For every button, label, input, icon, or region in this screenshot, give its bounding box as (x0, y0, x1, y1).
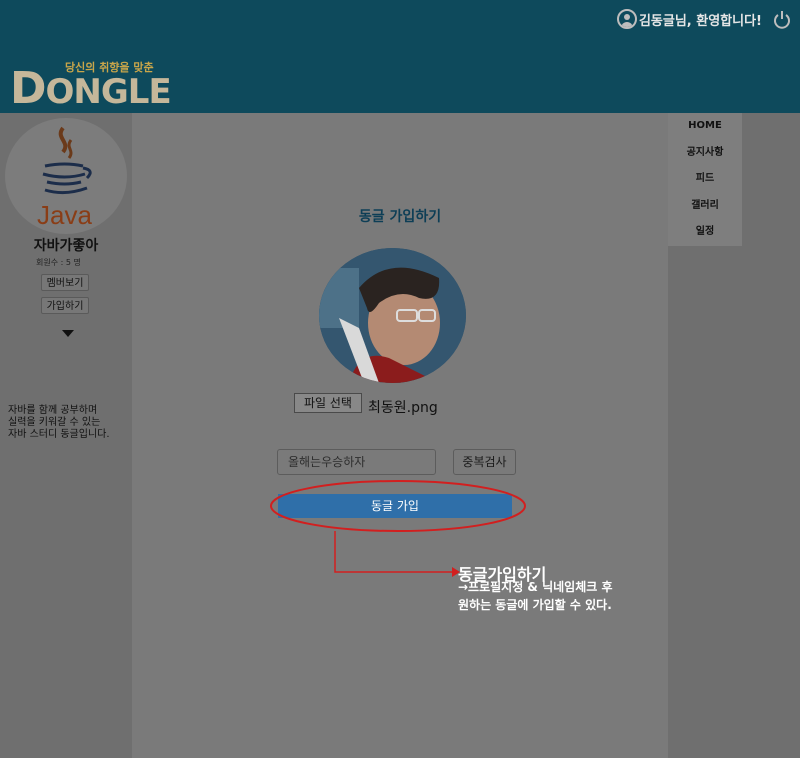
profile-photo (319, 248, 466, 383)
join-dongle-button[interactable]: 동글 가입 (278, 494, 512, 518)
club-name: 자바가좋아 (33, 238, 99, 254)
annotation-line-1: →프로필지정 & 닉네임체크 후 (458, 580, 613, 594)
club-description: 자바를 함께 공부하며 실력을 키워갈 수 있는 자바 스터디 동글입니다. (8, 405, 110, 440)
welcome-text: 김동글님, 환영합니다! (638, 13, 762, 29)
expand-arrow-icon[interactable] (62, 330, 74, 337)
duplicate-check-button[interactable]: 중복검사 (453, 449, 516, 475)
view-members-button[interactable]: 멤버보기 (41, 274, 89, 291)
nav-notice[interactable]: 공지사항 (668, 140, 742, 167)
nav-schedule[interactable]: 일정 (668, 219, 742, 246)
nav-feed[interactable]: 피드 (668, 166, 742, 193)
club-sidebar: Java 자바가좋아 회원수 : 5 명 멤버보기 가입하기 자바를 함께 공부… (0, 113, 132, 758)
power-icon[interactable] (772, 10, 792, 30)
selected-file-name: 최동원.png (368, 400, 438, 416)
nickname-input[interactable]: 올해는우승하자 (277, 449, 436, 475)
user-icon[interactable] (616, 9, 637, 29)
club-logo: Java (5, 118, 127, 234)
file-select-button[interactable]: 파일 선택 (294, 393, 362, 413)
page-title: 동글 가입하기 (358, 209, 442, 225)
join-club-sidebar-button[interactable]: 가입하기 (41, 297, 89, 314)
member-count: 회원수 : 5 명 (36, 258, 81, 267)
nav-gallery[interactable]: 갤러리 (668, 193, 742, 220)
top-header: 김동글님, 환영합니다! 당신의 취향을 맞춘 DONGLE (0, 0, 800, 114)
main-nav: HOME 공지사항 피드 갤러리 일정 (668, 113, 742, 246)
logo-text: DONGLE (10, 63, 172, 114)
nav-home[interactable]: HOME (668, 113, 742, 140)
annotation-line-2: 원하는 동글에 가입할 수 있다. (458, 598, 612, 612)
java-logo-icon: Java (37, 126, 92, 230)
svg-text:Java: Java (37, 200, 92, 230)
welcome-message: 김동글님, 환영합니다! (616, 9, 762, 29)
